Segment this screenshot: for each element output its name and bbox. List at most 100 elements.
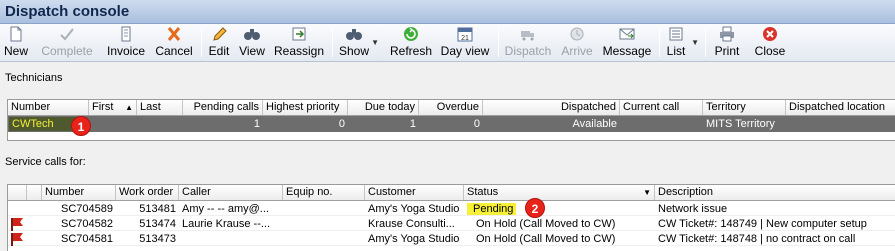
col-number[interactable]: Number: [8, 100, 89, 115]
call-customer: Amy's Yoga Studio: [368, 203, 460, 215]
print-button[interactable]: Print: [711, 26, 743, 60]
col-dispatched[interactable]: Dispatched: [483, 100, 620, 115]
reassign-icon: [292, 27, 306, 41]
toolbar-separator: [705, 29, 706, 57]
col-caller[interactable]: Caller: [179, 185, 283, 200]
cancel-button[interactable]: Cancel: [155, 26, 193, 60]
day-view-button[interactable]: 21 Day view: [440, 26, 490, 60]
col-flag[interactable]: [8, 185, 27, 200]
tech-dispatched: Available: [572, 118, 617, 130]
call-number: SC704582: [61, 218, 113, 230]
title-bar: Dispatch console: [0, 0, 895, 24]
service-calls-grid: Number Work order Caller Equip no. Custo…: [7, 184, 895, 251]
arrive-clock-icon: [570, 27, 584, 41]
service-call-row[interactable]: SC704589 513481 Amy -- -- amy@... Amy's …: [8, 202, 895, 216]
list-icon: [669, 27, 683, 41]
message-button[interactable]: Message: [602, 26, 652, 60]
service-calls-label: Service calls for:: [5, 156, 86, 168]
call-customer: Amy's Yoga Studio: [368, 233, 460, 245]
show-binoculars-icon: [346, 29, 362, 40]
reassign-button[interactable]: Reassign: [274, 26, 324, 60]
dispatch-truck-icon: [521, 31, 534, 41]
toolbar-separator: [332, 29, 333, 57]
tech-due-today: 1: [409, 118, 416, 130]
col-dispatched-location[interactable]: Dispatched location: [786, 100, 895, 115]
technicians-header: Number First ▲ Last Pending calls Highes…: [8, 100, 895, 116]
col-work-order[interactable]: Work order: [116, 185, 179, 200]
close-x-icon: [763, 27, 777, 41]
call-description: Network issue: [658, 203, 728, 215]
call-description: CW Ticket#: 148748 | no contract on call: [658, 233, 856, 245]
call-description: CW Ticket#: 148749 | New computer setup: [658, 218, 867, 230]
call-number: SC704581: [61, 233, 113, 245]
invoice-icon: [121, 26, 131, 42]
list-dropdown-caret-icon[interactable]: ▼: [691, 38, 699, 47]
new-button[interactable]: New: [3, 26, 29, 60]
col-first[interactable]: First ▲: [89, 100, 137, 115]
callout-badge: 2: [525, 198, 545, 218]
col-due-today[interactable]: Due today: [348, 100, 419, 115]
calendar-icon: 21: [457, 27, 473, 42]
filter-dropdown-icon[interactable]: ▼: [643, 185, 651, 200]
tech-pending-calls: 1: [253, 118, 260, 130]
col-territory[interactable]: Territory: [703, 100, 786, 115]
service-call-row[interactable]: SC704581 513473 Amy's Yoga Studio On Hol…: [8, 232, 895, 246]
toolbar-separator: [201, 29, 202, 57]
col-last[interactable]: Last: [137, 100, 183, 115]
sort-ascending-icon: ▲: [125, 103, 133, 112]
tech-overdue: 0: [473, 118, 480, 130]
show-button[interactable]: Show ▼: [338, 26, 379, 60]
edit-button[interactable]: Edit: [207, 26, 231, 60]
technician-row[interactable]: CWTech 1 0 1 0 Available MITS Territory: [8, 116, 895, 132]
tech-highest-priority: 0: [338, 118, 345, 130]
col-blank[interactable]: [27, 185, 42, 200]
refresh-icon: [404, 27, 418, 41]
show-dropdown-caret-icon[interactable]: ▼: [371, 38, 379, 47]
col-description[interactable]: Description: [655, 185, 895, 200]
close-button[interactable]: Close: [753, 26, 787, 60]
call-status: Pending: [464, 202, 655, 216]
call-customer: Krause Consulti...: [368, 218, 455, 230]
col-number[interactable]: Number: [42, 185, 116, 200]
window-title: Dispatch console: [5, 3, 130, 20]
status-highlight: Pending: [467, 203, 517, 215]
arrive-button[interactable]: Arrive: [560, 26, 594, 60]
call-work-order: 513474: [139, 218, 176, 230]
col-current-call[interactable]: Current call: [620, 100, 703, 115]
binoculars-icon: [244, 29, 260, 40]
col-status[interactable]: Status ▼: [464, 185, 655, 200]
svg-text:21: 21: [461, 35, 469, 42]
pencil-icon: [213, 27, 227, 41]
cancel-x-icon: [167, 27, 181, 41]
toolbar: New Complete Invoice Cancel Edit View Re…: [0, 24, 895, 62]
message-envelope-icon: [619, 28, 635, 40]
red-flag-icon: [11, 218, 23, 231]
callout-badge: 1: [71, 116, 91, 136]
complete-button[interactable]: Complete: [37, 26, 97, 60]
col-highest-priority[interactable]: Highest priority: [263, 100, 348, 115]
view-button[interactable]: View: [238, 26, 266, 60]
toolbar-separator: [659, 29, 660, 57]
invoice-button[interactable]: Invoice: [106, 26, 146, 60]
call-caller: Amy -- -- amy@...: [182, 203, 269, 215]
col-overdue[interactable]: Overdue: [419, 100, 483, 115]
technicians-grid: Number First ▲ Last Pending calls Highes…: [7, 99, 895, 141]
call-number: SC704589: [61, 203, 113, 215]
col-equip-no[interactable]: Equip no.: [283, 185, 365, 200]
complete-check-icon: [60, 28, 74, 41]
call-status: On Hold (Call Moved to CW): [476, 233, 616, 245]
col-customer[interactable]: Customer: [365, 185, 464, 200]
service-calls-header: Number Work order Caller Equip no. Custo…: [8, 185, 895, 201]
list-button[interactable]: List ▼: [665, 26, 699, 60]
col-pending-calls[interactable]: Pending calls: [183, 100, 263, 115]
call-work-order: 513481: [139, 203, 176, 215]
dispatch-button[interactable]: Dispatch: [504, 26, 552, 60]
call-work-order: 513473: [139, 233, 176, 245]
tech-territory: MITS Territory: [706, 118, 775, 130]
toolbar-separator: [498, 29, 499, 57]
technicians-label: Technicians: [5, 72, 63, 84]
printer-icon: [720, 26, 734, 42]
red-flag-icon: [11, 233, 23, 246]
service-call-row[interactable]: SC704582 513474 Laurie Krause --... Krau…: [8, 217, 895, 231]
refresh-button[interactable]: Refresh: [390, 26, 432, 60]
